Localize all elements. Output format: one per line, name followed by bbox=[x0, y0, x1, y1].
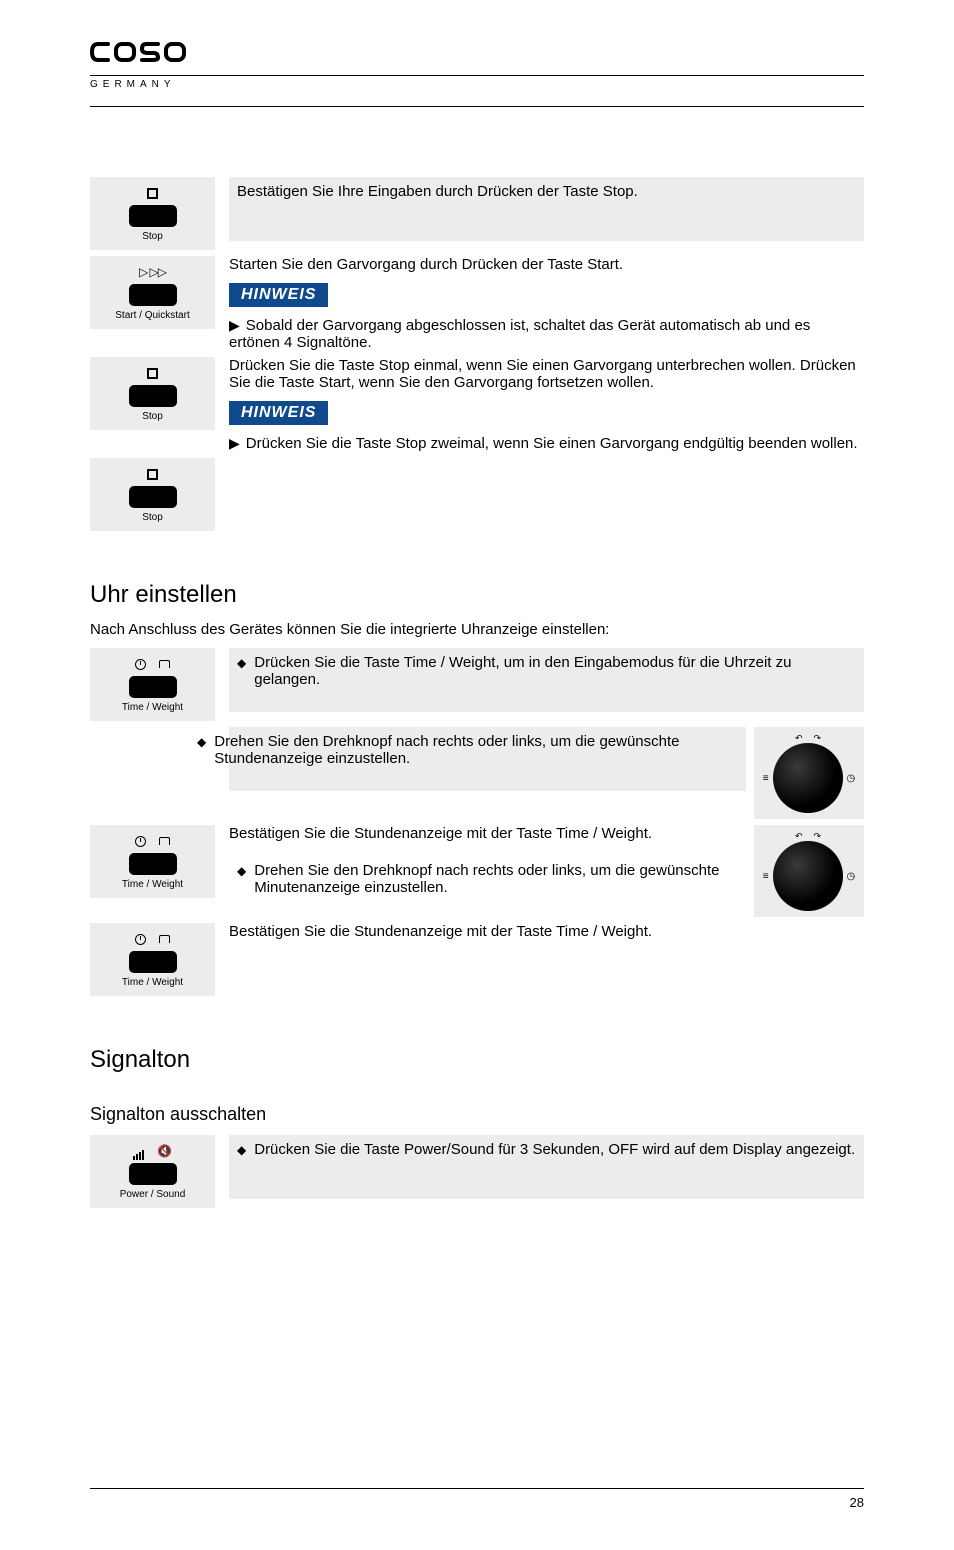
notice-label: HINWEIS bbox=[229, 283, 328, 307]
clock-step-2: ◆ Drehen Sie den Drehknopf nach rechts o… bbox=[90, 727, 864, 819]
step-text-b: Drehen Sie den Drehknopf nach rechts ode… bbox=[254, 862, 738, 896]
step-stop-end: Stop bbox=[90, 458, 864, 531]
section-title-clock: Uhr einstellen bbox=[90, 581, 864, 609]
weight-icon bbox=[159, 935, 170, 943]
button-pill-icon bbox=[129, 951, 177, 973]
rotary-knob: ↶ ↷ ≡ ◷ bbox=[754, 727, 864, 819]
stop-caption: Stop bbox=[142, 512, 163, 523]
clock-step-3: Time / Weight Bestätigen Sie die Stunden… bbox=[90, 825, 864, 917]
button-pill-icon bbox=[129, 486, 177, 508]
notice-text: Drücken Sie die Taste Stop zweimal, wenn… bbox=[246, 435, 858, 452]
caso-wordmark-icon bbox=[90, 40, 190, 66]
button-pill-icon bbox=[129, 385, 177, 407]
signal-step-1: 🔇 Power / Sound ◆ Drücken Sie die Taste … bbox=[90, 1135, 864, 1208]
step-stop-confirm: Stop Bestätigen Sie Ihre Eingaben durch … bbox=[90, 177, 864, 250]
stop-button-tile: Stop bbox=[90, 466, 215, 523]
step-text-block: Starten Sie den Garvorgang durch Drücken… bbox=[229, 256, 864, 351]
notice-label: HINWEIS bbox=[229, 401, 328, 425]
start-button-tile: ▷ ▷▷ Start / Quickstart bbox=[90, 264, 215, 321]
time-weight-button-tile: Time / Weight bbox=[90, 656, 215, 713]
timeweight-caption: Time / Weight bbox=[122, 702, 183, 713]
stop-button-tile: Stop bbox=[90, 365, 215, 422]
step-text bbox=[229, 458, 864, 522]
section-subtitle-signal-off: Signalton ausschalten bbox=[90, 1104, 864, 1125]
step-text: Drücken Sie die Taste Time / Weight, um … bbox=[254, 654, 856, 688]
step-stop-interrupt: Stop Drücken Sie die Taste Stop einmal, … bbox=[90, 357, 864, 452]
diamond-bullet-icon: ◆ bbox=[237, 654, 246, 672]
timeweight-caption: Time / Weight bbox=[122, 879, 183, 890]
stop-caption: Stop bbox=[142, 231, 163, 242]
notice-text: Sobald der Garvorgang abgeschlossen ist,… bbox=[229, 317, 810, 351]
clock-small-icon: ◷ bbox=[847, 773, 856, 784]
step-text: Drücken Sie die Taste Power/Sound für 3 … bbox=[254, 1141, 856, 1158]
button-pill-icon bbox=[129, 284, 177, 306]
rotary-knob: ↶ ↷ ≡ ◷ bbox=[754, 825, 864, 917]
brand-logo: GERMANY bbox=[90, 40, 864, 90]
page-header: GERMANY bbox=[90, 40, 864, 100]
knob-dial-icon bbox=[773, 743, 843, 813]
stop-caption: Stop bbox=[142, 411, 163, 422]
arrow-right-icon: ▶ bbox=[229, 317, 240, 333]
step-text: Drücken Sie die Taste Stop einmal, wenn … bbox=[229, 357, 864, 391]
stop-button-tile: Stop bbox=[90, 185, 215, 242]
button-pill-icon bbox=[129, 1163, 177, 1185]
power-sound-button-tile: 🔇 Power / Sound bbox=[90, 1143, 215, 1200]
step-text-block: ◆ Drehen Sie den Drehknopf nach rechts o… bbox=[229, 727, 746, 791]
rotate-arrows-icon: ↶ ↷ bbox=[795, 733, 823, 743]
step-text-block: ◆ Drücken Sie die Taste Time / Weight, u… bbox=[229, 648, 864, 712]
clock-icon bbox=[135, 659, 146, 670]
diamond-bullet-icon: ◆ bbox=[197, 733, 206, 751]
step-start: ▷ ▷▷ Start / Quickstart Starten Sie den … bbox=[90, 256, 864, 351]
step-text: Starten Sie den Garvorgang durch Drücken… bbox=[229, 256, 864, 273]
step-text-block: Drücken Sie die Taste Stop einmal, wenn … bbox=[229, 357, 864, 452]
stop-square-icon bbox=[147, 188, 158, 199]
diamond-bullet-icon: ◆ bbox=[237, 862, 246, 880]
footer-rule bbox=[90, 1488, 864, 1489]
start-caption: Start / Quickstart bbox=[115, 310, 189, 321]
section-intro: Nach Anschluss des Gerätes können Sie di… bbox=[90, 621, 864, 638]
step-text: Drehen Sie den Drehknopf nach rechts ode… bbox=[214, 733, 738, 767]
time-weight-button-tile: Time / Weight bbox=[90, 931, 215, 988]
timeweight-caption: Time / Weight bbox=[122, 977, 183, 988]
knob-dial-icon bbox=[773, 841, 843, 911]
list-icon: ≡ bbox=[763, 773, 769, 784]
button-pill-icon bbox=[129, 853, 177, 875]
stop-square-icon bbox=[147, 368, 158, 379]
power-bars-icon bbox=[133, 1143, 145, 1160]
powersound-caption: Power / Sound bbox=[120, 1189, 186, 1200]
step-text: Bestätigen Sie Ihre Eingaben durch Drück… bbox=[229, 177, 864, 241]
clock-icon bbox=[135, 836, 146, 847]
step-text-a: Bestätigen Sie die Stundenanzeige mit de… bbox=[229, 825, 746, 842]
section-title-signal: Signalton bbox=[90, 1046, 864, 1074]
time-weight-button-tile: Time / Weight bbox=[90, 833, 215, 890]
page-number: 28 bbox=[90, 1495, 864, 1510]
header-rule bbox=[90, 106, 864, 107]
clock-icon bbox=[135, 934, 146, 945]
step-text-block: ◆ Drücken Sie die Taste Power/Sound für … bbox=[229, 1135, 864, 1199]
list-icon: ≡ bbox=[763, 871, 769, 882]
diamond-bullet-icon: ◆ bbox=[237, 1141, 246, 1159]
step-text-block: Bestätigen Sie die Stundenanzeige mit de… bbox=[229, 825, 746, 902]
button-pill-icon bbox=[129, 205, 177, 227]
weight-icon bbox=[159, 660, 170, 668]
step-text: Bestätigen Sie die Stundenanzeige mit de… bbox=[229, 923, 864, 987]
button-pill-icon bbox=[129, 676, 177, 698]
rotate-arrows-icon: ↶ ↷ bbox=[795, 831, 823, 841]
stop-square-icon bbox=[147, 469, 158, 480]
clock-step-4: Time / Weight Bestätigen Sie die Stunden… bbox=[90, 923, 864, 996]
sound-off-icon: 🔇 bbox=[157, 1144, 172, 1158]
brand-subtitle: GERMANY bbox=[90, 75, 864, 90]
weight-icon bbox=[159, 837, 170, 845]
clock-step-1: Time / Weight ◆ Drücken Sie die Taste Ti… bbox=[90, 648, 864, 721]
clock-small-icon: ◷ bbox=[847, 871, 856, 882]
play-forward-icon: ▷ ▷▷ bbox=[139, 264, 166, 280]
arrow-right-icon: ▶ bbox=[229, 435, 240, 451]
